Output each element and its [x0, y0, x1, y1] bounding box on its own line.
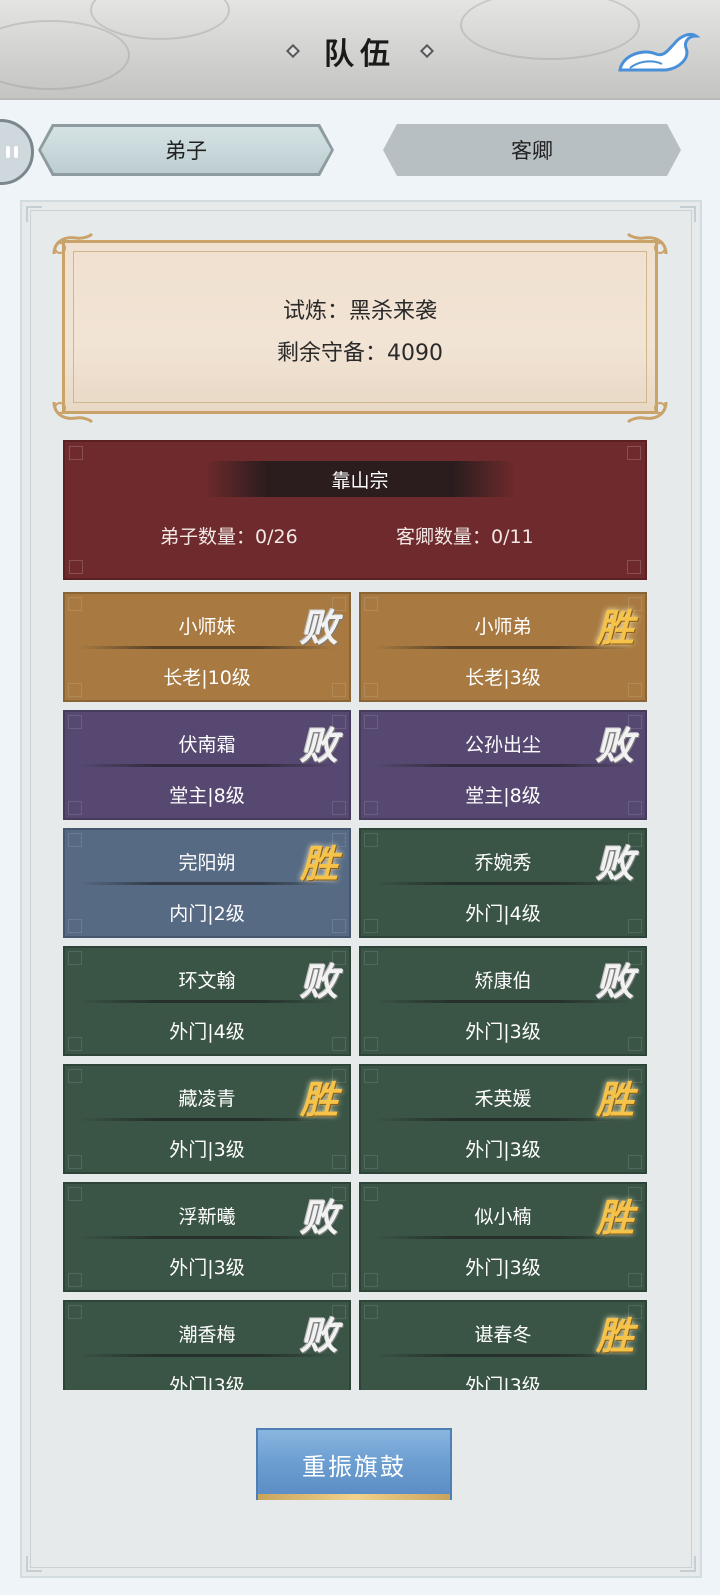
card-corner-decoration: [364, 951, 378, 965]
rally-button[interactable]: 重振旗鼓: [256, 1428, 452, 1500]
card-corner-decoration: [68, 1305, 82, 1319]
defeat-badge: 败: [299, 722, 338, 768]
sect-name: 靠山宗: [331, 469, 389, 492]
trial-banner: 试炼：黑杀来袭 剩余守备：4090: [50, 232, 670, 424]
guests-count: 客卿数量：0/11: [396, 526, 534, 548]
member-card[interactable]: 伏南霜 堂主|8级败: [63, 710, 351, 820]
trial-remaining-defense: 剩余守备：4090: [277, 341, 443, 366]
corner-ornament: [26, 1556, 42, 1572]
page-title: 队伍: [324, 37, 396, 72]
member-rank-level: 外门|3级: [465, 1257, 541, 1279]
diamond-icon: [285, 43, 301, 59]
side-menu-button[interactable]: [0, 119, 34, 185]
defeat-badge: 败: [595, 840, 634, 886]
defeat-badge: 败: [299, 1194, 338, 1240]
member-card[interactable]: 似小楠 外门|3级胜: [359, 1182, 647, 1292]
member-rank-level: 外门|4级: [169, 1021, 245, 1043]
victory-badge: 胜: [595, 604, 634, 650]
card-corner-decoration: [364, 715, 378, 729]
corner-scroll-icon: [626, 401, 668, 424]
card-corner-decoration: [364, 1069, 378, 1083]
member-rank-level: 外门|3级: [169, 1139, 245, 1161]
member-card[interactable]: 禾英媛 外门|3级胜: [359, 1064, 647, 1174]
victory-badge: 胜: [299, 1076, 338, 1122]
victory-badge: 胜: [595, 1194, 634, 1240]
corner-ornament: [26, 206, 42, 222]
sect-panel: 靠山宗 弟子数量：0/26 客卿数量：0/11: [63, 440, 647, 580]
corner-ornament: [680, 206, 696, 222]
card-corner-decoration: [68, 1069, 82, 1083]
corner-scroll-icon: [52, 232, 94, 255]
member-rank-level: 内门|2级: [169, 903, 245, 925]
card-corner-decoration: [364, 597, 378, 611]
defeat-badge: 败: [299, 1312, 338, 1358]
corner-scroll-icon: [626, 232, 668, 255]
defeat-badge: 败: [299, 604, 338, 650]
member-card[interactable]: 潮香梅 外门|3级败: [63, 1300, 351, 1390]
member-rank-level: 外门|3级: [465, 1021, 541, 1043]
member-rank-level: 外门|3级: [169, 1375, 245, 1390]
member-rank-level: 外门|3级: [169, 1257, 245, 1279]
card-corner-decoration: [68, 1187, 82, 1201]
member-rank-level: 堂主|8级: [465, 785, 541, 807]
member-card[interactable]: 小师妹 长老|10级败: [63, 592, 351, 702]
member-list[interactable]: 小师妹 长老|10级败小师弟 长老|3级胜伏南霜 堂主|8级败公孙出尘 堂主|8级败完阳…: [63, 592, 647, 1390]
defeat-badge: 败: [595, 958, 634, 1004]
member-card[interactable]: 完阳朔 内门|2级胜: [63, 828, 351, 938]
card-corner-decoration: [364, 833, 378, 847]
tab-guests[interactable]: 客卿: [383, 124, 681, 176]
card-corner-decoration: [364, 1187, 378, 1201]
sect-name-ribbon: 靠山宗: [205, 461, 515, 497]
diamond-icon: [419, 43, 435, 59]
defeat-badge: 败: [299, 958, 338, 1004]
card-corner-decoration: [68, 715, 82, 729]
member-card[interactable]: 公孙出尘 堂主|8级败: [359, 710, 647, 820]
card-corner-decoration: [68, 597, 82, 611]
disciples-count: 弟子数量：0/26: [160, 526, 298, 548]
corner-ornament: [680, 1556, 696, 1572]
victory-badge: 胜: [299, 840, 338, 886]
corner-scroll-icon: [52, 401, 94, 424]
member-rank-level: 堂主|8级: [169, 785, 245, 807]
trial-frame: 试炼：黑杀来袭 剩余守备：4090: [62, 240, 658, 414]
member-rank-level: 长老|10级: [163, 667, 251, 689]
member-rank-level: 长老|3级: [465, 667, 541, 689]
member-rank-level: 外门|4级: [465, 903, 541, 925]
member-rank-level: 外门|3级: [465, 1139, 541, 1161]
member-rank-level: 外门|3级: [465, 1375, 541, 1390]
title-wrap: 队伍: [0, 26, 720, 76]
member-card[interactable]: 环文翰 外门|4级败: [63, 946, 351, 1056]
member-card[interactable]: 矫康伯 外门|3级败: [359, 946, 647, 1056]
tab-disciples[interactable]: 弟子: [38, 124, 334, 176]
member-card[interactable]: 浮新曦 外门|3级败: [63, 1182, 351, 1292]
card-corner-decoration: [68, 951, 82, 965]
trial-title: 试炼：黑杀来袭: [282, 299, 437, 324]
victory-badge: 胜: [595, 1076, 634, 1122]
member-card[interactable]: 小师弟 长老|3级胜: [359, 592, 647, 702]
defeat-badge: 败: [595, 722, 634, 768]
member-card[interactable]: 谌春冬 外门|3级胜: [359, 1300, 647, 1390]
card-corner-decoration: [68, 833, 82, 847]
rally-button-label: 重振旗鼓: [302, 1452, 406, 1481]
back-cloud-icon[interactable]: [616, 26, 700, 76]
member-card[interactable]: 藏凌青 外门|3级胜: [63, 1064, 351, 1174]
header-bar: 队伍: [0, 0, 720, 100]
card-corner-decoration: [364, 1305, 378, 1319]
member-card[interactable]: 乔婉秀 外门|4级败: [359, 828, 647, 938]
victory-badge: 胜: [595, 1312, 634, 1358]
tab-disciples-label: 弟子: [165, 139, 207, 163]
tab-guests-label: 客卿: [511, 139, 553, 163]
